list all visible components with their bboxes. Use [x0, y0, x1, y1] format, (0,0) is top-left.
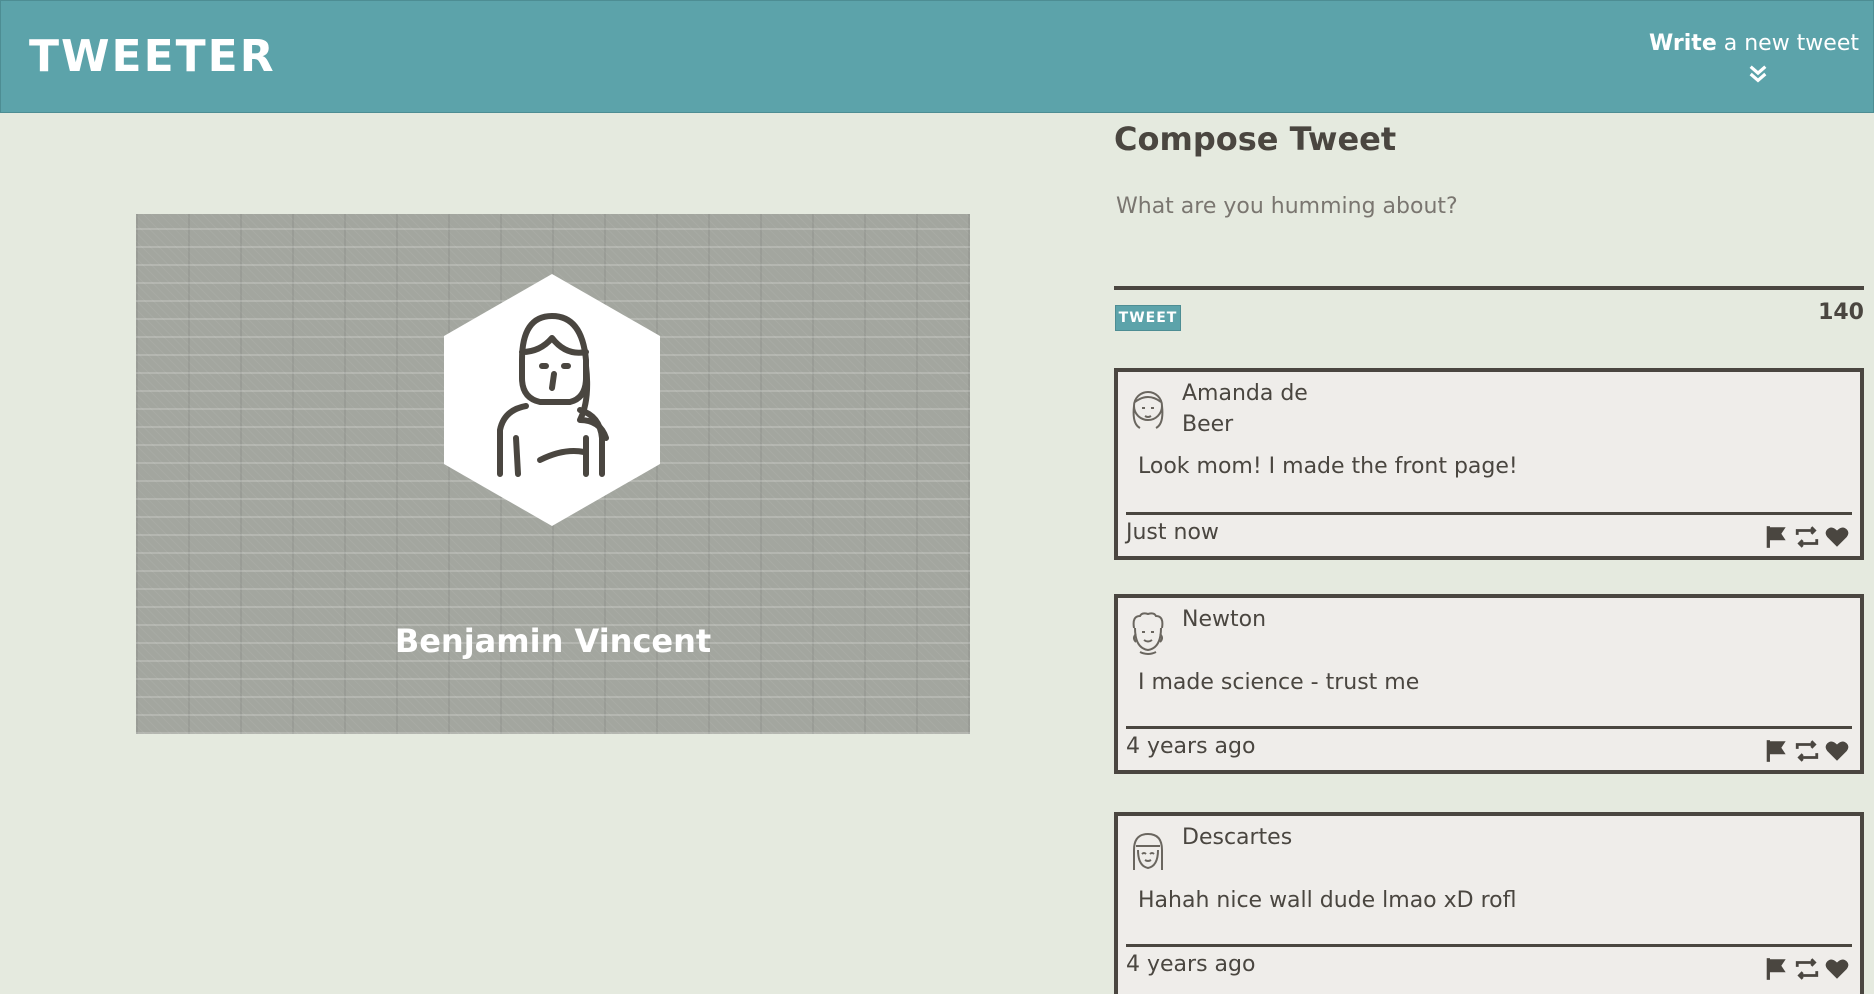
- top-navbar: TWEETER Write a new tweet: [0, 0, 1874, 113]
- tweet-submit-button[interactable]: TWEET: [1115, 305, 1181, 331]
- user-avatar-icon: [1132, 612, 1164, 655]
- tweet-body: Look mom! I made the front page!: [1138, 454, 1518, 479]
- profile-banner: Benjamin Vincent: [136, 214, 970, 734]
- double-chevron-down-icon[interactable]: [1747, 63, 1769, 85]
- heart-icon[interactable]: [1824, 956, 1850, 982]
- character-counter: 140: [1818, 300, 1864, 325]
- tweet-author[interactable]: Amanda de Beer: [1182, 378, 1322, 440]
- tweet-divider: [1126, 726, 1852, 729]
- write-new-tweet-toggle[interactable]: Write a new tweet: [1639, 31, 1859, 91]
- tweet-card: Amanda de Beer Look mom! I made the fron…: [1114, 368, 1864, 560]
- person-avatar-icon: [444, 274, 660, 526]
- tweet-timestamp: 4 years ago: [1126, 734, 1256, 759]
- retweet-icon[interactable]: [1794, 956, 1820, 982]
- site-logo[interactable]: TWEETER: [29, 31, 276, 82]
- retweet-icon[interactable]: [1794, 524, 1820, 550]
- heart-icon[interactable]: [1824, 738, 1850, 764]
- tweet-actions: [1764, 738, 1850, 764]
- tweet-input[interactable]: [1114, 190, 1864, 290]
- flag-icon[interactable]: [1764, 524, 1790, 550]
- tweet-body: I made science - trust me: [1138, 670, 1420, 695]
- heart-icon[interactable]: [1824, 524, 1850, 550]
- tweet-card: Newton I made science - trust me 4 years…: [1114, 594, 1864, 774]
- tweet-body: Hahah nice wall dude lmao xD rofl: [1138, 888, 1517, 913]
- user-avatar-icon: [1133, 832, 1163, 870]
- compose-title: Compose Tweet: [1114, 120, 1397, 158]
- profile-name: Benjamin Vincent: [394, 622, 712, 660]
- flag-icon[interactable]: [1764, 738, 1790, 764]
- tweet-divider: [1126, 944, 1852, 947]
- write-label-rest: a new tweet: [1716, 31, 1859, 56]
- user-avatar-icon: [1132, 391, 1164, 429]
- tweet-timestamp: 4 years ago: [1126, 952, 1256, 977]
- tweet-divider: [1126, 512, 1852, 515]
- tweet-timestamp: Just now: [1126, 520, 1219, 545]
- flag-icon[interactable]: [1764, 956, 1790, 982]
- tweet-actions: [1764, 524, 1850, 550]
- tweet-actions: [1764, 956, 1850, 982]
- retweet-icon[interactable]: [1794, 738, 1820, 764]
- tweet-author[interactable]: Newton: [1182, 604, 1322, 635]
- write-label-bold: Write: [1649, 31, 1717, 56]
- tweet-author[interactable]: Descartes: [1182, 822, 1322, 853]
- tweet-card: Descartes Hahah nice wall dude lmao xD r…: [1114, 812, 1864, 994]
